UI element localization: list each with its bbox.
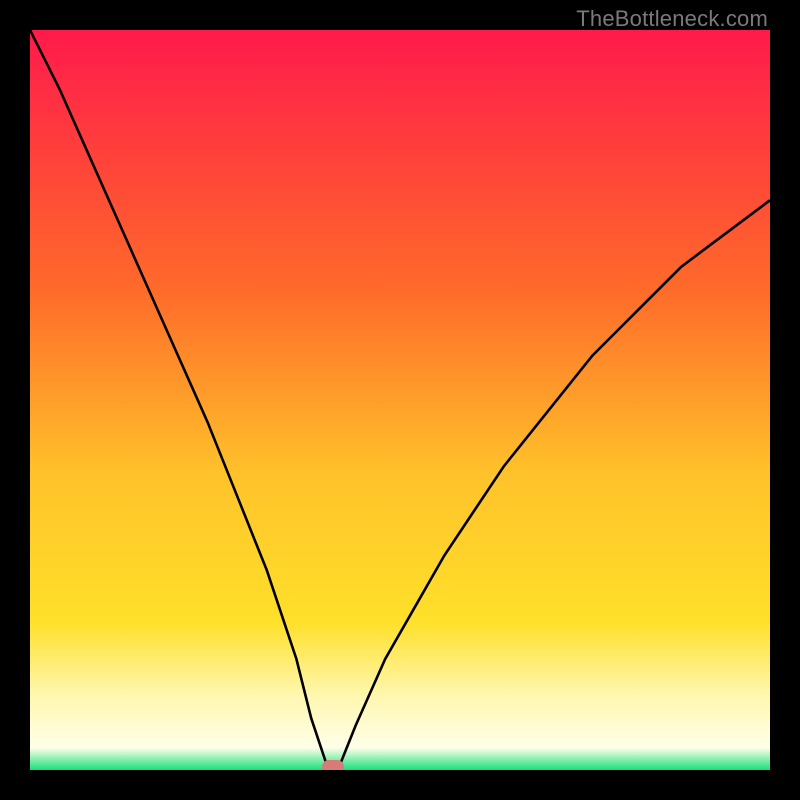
plot-area <box>30 30 770 770</box>
watermark-text: TheBottleneck.com <box>576 6 768 32</box>
bottleneck-curve <box>30 30 770 770</box>
minimum-marker <box>322 760 344 770</box>
chart-frame: TheBottleneck.com <box>0 0 800 800</box>
